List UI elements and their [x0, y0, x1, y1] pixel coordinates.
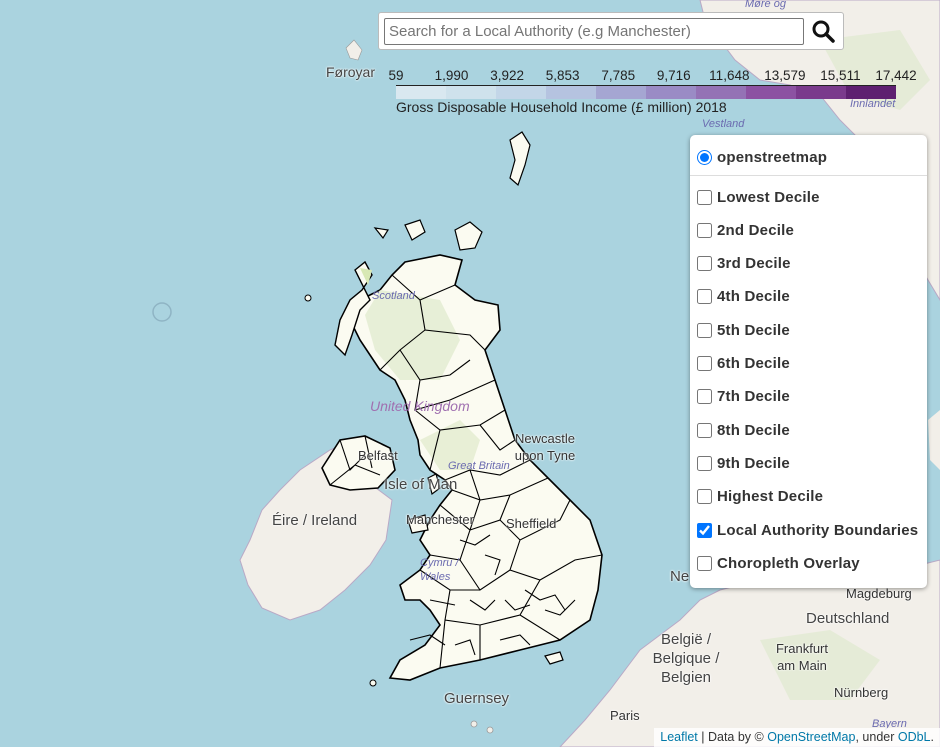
search-input[interactable]	[384, 18, 804, 45]
overlay-label: 8th Decile	[717, 421, 790, 439]
overlay-checkbox[interactable]	[697, 422, 712, 438]
layers-separator	[690, 175, 927, 176]
legend-tick-label: 13,579	[764, 68, 806, 83]
overlay-layer-item[interactable]: 2nd Decile	[697, 220, 794, 240]
overlay-checkbox[interactable]	[697, 356, 712, 371]
overlay-checkbox[interactable]	[697, 189, 712, 205]
map-label-norway-sea: Møre og	[745, 0, 786, 10]
legend-color-swatch	[596, 85, 646, 99]
legend-tick-label: 5,853	[545, 68, 580, 83]
overlay-label: 4th Decile	[717, 288, 790, 306]
legend-color-swatch	[846, 85, 896, 99]
map-label-magdeburg: Magdeburg	[846, 586, 912, 601]
overlay-label: 3rd Decile	[717, 255, 791, 273]
map-label-scotland: Scotland	[372, 290, 415, 302]
map-label-frankfurt: Frankfurt am Main	[775, 641, 828, 673]
overlay-layer-item[interactable]: Choropleth Overlay	[697, 553, 860, 573]
overlay-layer-item[interactable]: 6th Decile	[697, 354, 790, 374]
attribution-text-3: .	[930, 730, 934, 744]
search-control	[378, 12, 844, 50]
choropleth-legend: 59 1,990 3,922 5,853 7,785 9,716 11,648 13,579 1…	[384, 66, 916, 118]
overlay-checkbox[interactable]	[697, 256, 712, 272]
base-layer-label: openstreetmap	[717, 148, 828, 166]
overlay-checkbox[interactable]	[697, 322, 712, 338]
map-label-nurnberg: Nürnberg	[834, 685, 889, 700]
legend-color-swatch	[696, 85, 746, 99]
overlay-layer-item[interactable]: 7th Decile	[697, 387, 790, 407]
odbl-link[interactable]: ODbL	[898, 730, 931, 744]
overlay-checkbox[interactable]	[697, 289, 712, 305]
map-label-isle-of-man: Isle of Man	[384, 476, 458, 493]
overlay-layer-item[interactable]: 3rd Decile	[697, 254, 791, 274]
map-label-great-britain: Great Britain	[448, 460, 510, 472]
overlay-layer-item[interactable]: Lowest Decile	[697, 187, 820, 207]
legend-tick-label: 17,442	[875, 68, 917, 83]
overlay-checkbox[interactable]	[697, 389, 712, 405]
map-label-newcastle: Newcastle upon Tyne	[514, 431, 576, 463]
overlay-label: 2nd Decile	[717, 221, 795, 239]
search-button[interactable]	[807, 18, 839, 46]
legend-color-swatch	[396, 85, 446, 99]
legend-color-swatch	[496, 85, 546, 99]
overlay-label: 7th Decile	[717, 388, 790, 406]
attribution-text-2: , under	[855, 730, 898, 744]
overlay-label: Lowest Decile	[717, 188, 820, 206]
legend-tick-label: 7,785	[601, 68, 636, 83]
legend-axis-line	[396, 85, 896, 86]
legend-color-swatch	[446, 85, 496, 99]
legend-color-swatch	[646, 85, 696, 99]
map-label-ne: Ne	[670, 568, 690, 585]
overlay-layer-item[interactable]: 4th Decile	[697, 287, 790, 307]
overlay-layer-item[interactable]: Highest Decile	[697, 487, 823, 507]
overlay-layer-item[interactable]: Local Authority Boundaries	[697, 520, 918, 540]
legend-tick-label: 11,648	[709, 68, 750, 83]
base-layer-openstreetmap[interactable]: openstreetmap	[697, 147, 827, 167]
overlay-label: 6th Decile	[717, 355, 790, 372]
legend-tick-label: 9,716	[656, 68, 691, 83]
legend-tick-label: 1,990	[434, 68, 469, 83]
overlay-layer-item[interactable]: 5th Decile	[697, 320, 790, 340]
map-label-cymru: Cymru / Wales	[420, 557, 459, 583]
overlay-label: Highest Decile	[717, 488, 824, 506]
legend-tick-label: 15,511	[820, 68, 861, 83]
overlay-checkbox[interactable]	[697, 555, 712, 571]
map-label-ireland: Éire / Ireland	[272, 512, 358, 529]
overlay-label: Local Authority Boundaries	[717, 521, 919, 539]
base-layer-radio[interactable]	[697, 149, 712, 165]
overlay-checkbox[interactable]	[697, 522, 712, 538]
map-label-belgie: België / Belgique / Belgien	[652, 631, 720, 686]
legend-title: Gross Disposable Household Income (£ mil…	[396, 99, 727, 115]
overlay-label: 5th Decile	[717, 321, 790, 339]
leaflet-link[interactable]: Leaflet	[660, 730, 698, 744]
legend-color-swatch	[546, 85, 596, 99]
legend-color-bar	[396, 85, 896, 99]
map-label-manchester: Manchester	[406, 512, 474, 527]
osm-link[interactable]: OpenStreetMap	[767, 730, 855, 744]
map-label-sheffield: Sheffield	[506, 516, 557, 531]
legend-tick-label: 59	[388, 68, 404, 83]
layers-control: openstreetmap Lowest Decile 2nd Decile 3rd…	[690, 135, 927, 588]
overlay-checkbox[interactable]	[697, 489, 712, 505]
legend-tick-label: 3,922	[490, 68, 525, 83]
map-label-deutschland: Deutschland	[806, 610, 890, 627]
legend-color-swatch	[746, 85, 796, 99]
map-label-paris: Paris	[610, 708, 640, 723]
attribution-text-1: | Data by ©	[697, 730, 768, 744]
overlay-checkbox[interactable]	[697, 222, 712, 238]
overlay-checkbox[interactable]	[697, 455, 712, 471]
map-label-faroe: Føroyar	[326, 64, 375, 80]
map-label-uk: United Kingdom	[370, 398, 470, 414]
legend-color-swatch	[796, 85, 846, 99]
overlay-label: 9th Decile	[717, 454, 790, 472]
attribution: Leaflet | Data by © OpenStreetMap, under…	[654, 728, 940, 747]
map-label-vestland: Vestland	[702, 118, 745, 130]
map-label-guernsey: Guernsey	[444, 690, 510, 707]
search-icon	[812, 20, 835, 43]
overlay-layer-item[interactable]: 8th Decile	[697, 420, 790, 440]
overlay-label: Choropleth Overlay	[717, 554, 860, 572]
overlay-layer-item[interactable]: 9th Decile	[697, 453, 790, 473]
map-label-belfast: Belfast	[358, 448, 398, 463]
